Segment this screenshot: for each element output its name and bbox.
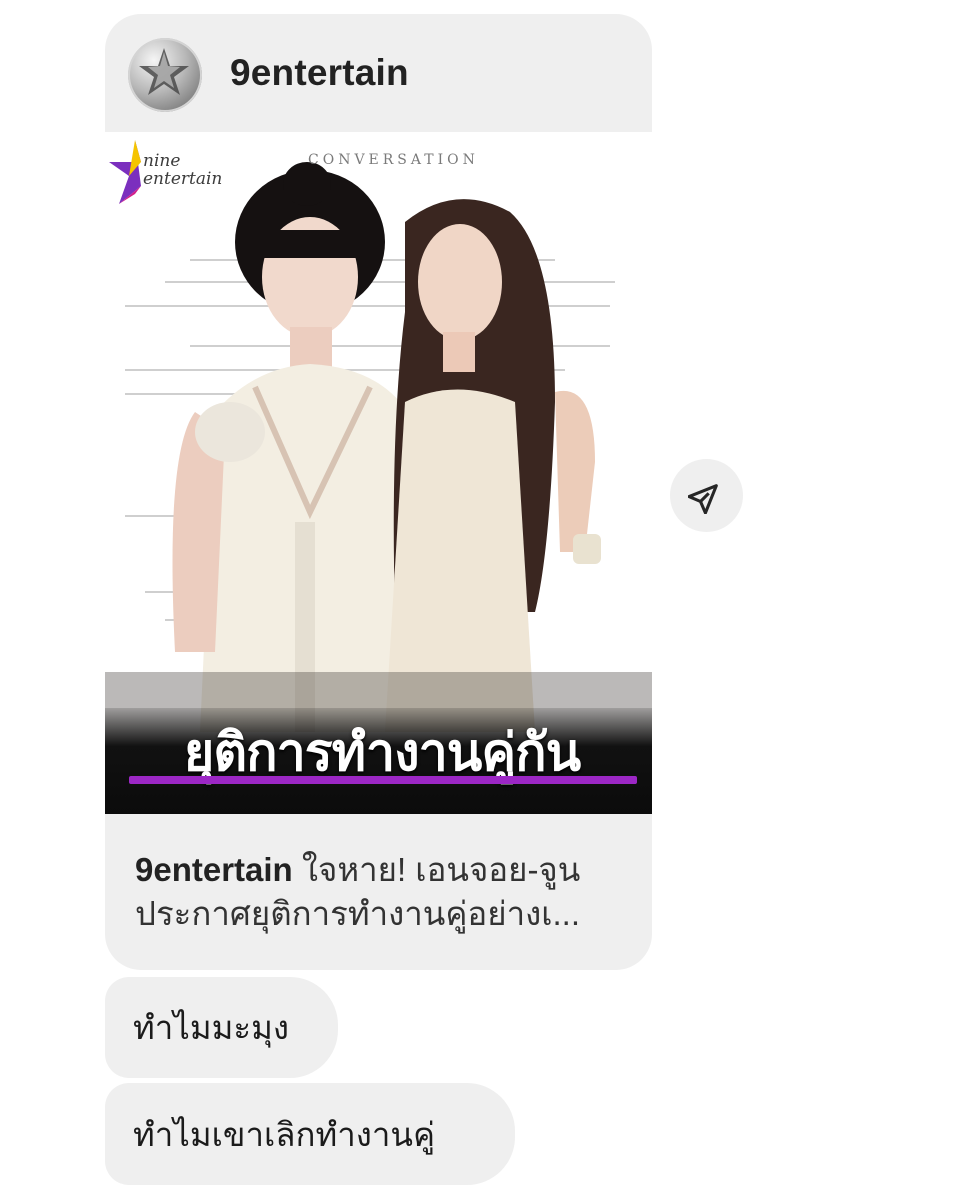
message-bubble[interactable]: ทำไมมะมุง: [105, 977, 338, 1078]
message-text: ทำไมมะมุง: [133, 1009, 289, 1046]
headline-underline: [129, 776, 637, 784]
caption-author: 9entertain: [135, 851, 293, 888]
message-bubble[interactable]: ทำไมเขาเลิกทำงานคู่: [105, 1083, 515, 1185]
message-text: ทำไมเขาเลิกทำงานคู่: [133, 1115, 436, 1153]
post-image[interactable]: nine entertain CONVERSATION ยุติการทำงาน…: [105, 132, 652, 814]
share-button[interactable]: [670, 459, 743, 532]
brand-badge-text: nine entertain: [143, 151, 223, 189]
account-avatar[interactable]: [128, 38, 202, 112]
send-icon: [688, 484, 718, 514]
account-name[interactable]: 9entertain: [230, 52, 409, 94]
post-caption[interactable]: 9entertain ใจหาย! เอนจอย-จูน ประกาศยุติก…: [135, 848, 635, 936]
shared-post-card[interactable]: 9entertain nine entertain CONVERSATION ย…: [105, 14, 652, 970]
post-header: 9entertain: [105, 14, 652, 132]
background-document-title: CONVERSATION: [308, 152, 479, 168]
star-logo-icon: [139, 48, 189, 95]
